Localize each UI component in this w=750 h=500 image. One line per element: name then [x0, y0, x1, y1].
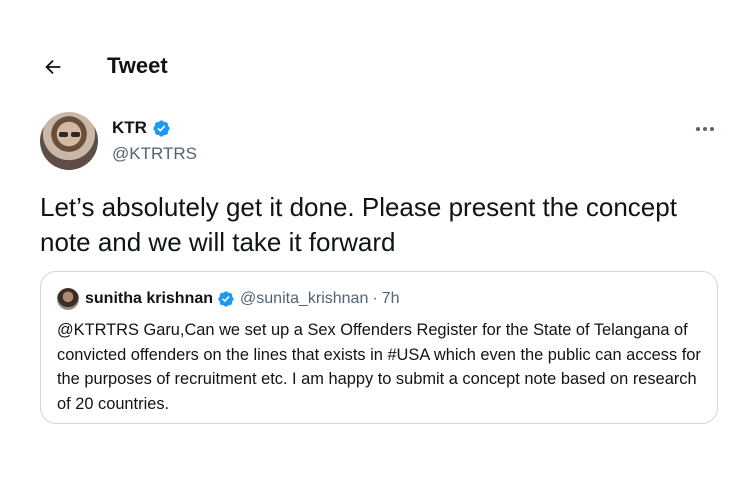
tweet-author: KTR @KTRTRS: [40, 112, 720, 172]
back-button[interactable]: [40, 54, 66, 80]
quoted-timestamp: 7h: [381, 290, 400, 307]
more-dots-icon: [696, 127, 700, 131]
quoted-separator: ·: [372, 290, 378, 307]
avatar-eye-right: [71, 132, 80, 137]
tweet-text: Let’s absolutely get it done. Please pre…: [40, 192, 677, 257]
more-dots-icon: [710, 127, 714, 131]
quoted-author-name: sunitha krishnan: [85, 290, 214, 307]
quoted-tweet-text: @KTRTRS Garu,Can we set up a Sex Offende…: [57, 321, 701, 413]
avatar-eye-left: [59, 132, 68, 137]
avatar[interactable]: [40, 112, 98, 170]
arrow-left-icon: [45, 59, 61, 75]
quoted-avatar: [57, 288, 79, 310]
quoted-tweet-card[interactable]: sunitha krishnan @sunita_krishnan · 7h @…: [40, 271, 718, 424]
page-title: Tweet: [107, 53, 168, 78]
quoted-author-handle: @sunita_krishnan: [240, 290, 369, 307]
author-handle[interactable]: @KTRTRS: [112, 144, 197, 164]
quoted-tweet-header: sunitha krishnan @sunita_krishnan · 7h: [57, 287, 399, 311]
verified-badge-icon: [153, 119, 170, 137]
verified-badge-icon: [218, 291, 234, 307]
more-options-button[interactable]: [690, 122, 720, 136]
more-dots-icon: [703, 127, 707, 131]
author-name-row[interactable]: KTR: [112, 118, 171, 138]
author-name[interactable]: KTR: [112, 118, 147, 138]
